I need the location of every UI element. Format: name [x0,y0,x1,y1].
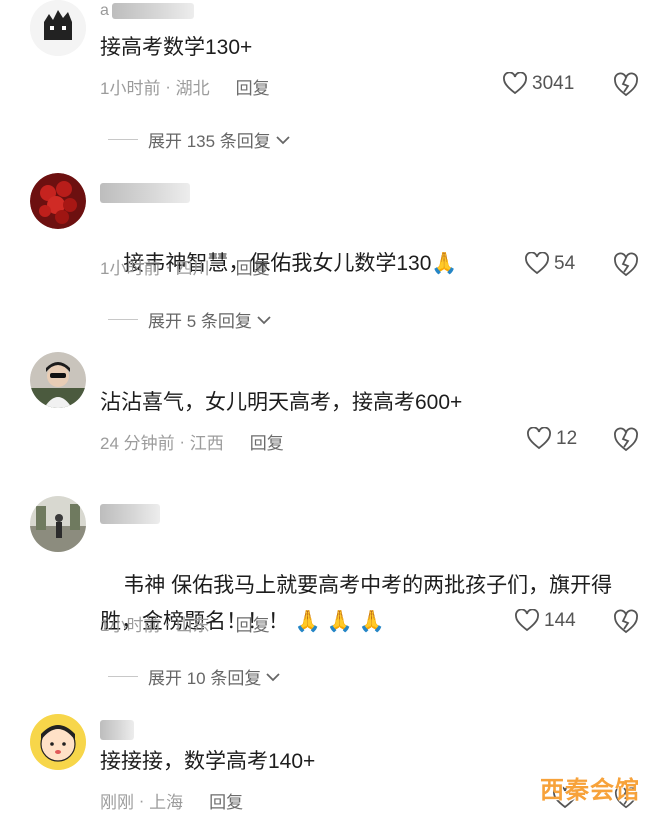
like-button[interactable]: 12 [526,427,577,451]
comment-text: 沾沾喜气，女儿明天高考，接高考600+ [100,391,463,414]
expand-replies-button[interactable]: 展开 5 条回复 [108,307,272,332]
broken-heart-icon [614,427,638,452]
praying-hands-emoji: 🙏 [431,252,458,275]
heart-icon [515,609,539,632]
comment-meta: 1小时前 · 湖北 回复 [100,74,270,99]
heart-icon [503,72,527,95]
dislike-button[interactable] [612,252,640,283]
avatar[interactable] [30,352,86,408]
comment-time: 1小时前 [100,79,161,98]
avatar-image [30,0,86,56]
expand-replies-button[interactable]: 展开 10 条回复 [108,664,281,689]
watermark-logo: 西秦会馆 [540,777,640,804]
comment-meta: 1小时前 · 山东 回复 [100,611,270,636]
like-button[interactable]: 3041 [502,72,574,96]
divider-line [108,676,138,677]
comment-meta: 刚刚 · 上海 回复 [100,788,243,813]
avatar-image [30,173,86,229]
praying-hands-emoji: 🙏 🙏 🙏 [289,610,385,633]
broken-heart-icon [614,609,638,634]
broken-heart-icon [614,252,638,277]
avatar-image [30,352,86,408]
expand-replies-label: 展开 5 条回复 [148,312,252,331]
avatar[interactable] [30,0,86,56]
like-count: 54 [554,253,576,274]
comment-time: 刚刚 [100,793,134,812]
comment-time: 1小时前 [100,259,161,278]
divider-line [108,139,138,140]
comment-location: 江西 [189,434,224,453]
expand-replies-button[interactable]: 展开 135 条回复 [108,127,291,152]
like-count: 12 [556,428,578,449]
like-count: 144 [544,610,576,631]
divider-line [108,319,138,320]
comment-time: 1小时前 [100,616,161,635]
separator-dot: · [174,431,190,451]
chevron-down-icon [257,315,271,324]
avatar-image [30,496,86,552]
like-button[interactable]: 144 [514,609,576,633]
dislike-button[interactable] [612,427,640,458]
heart-icon [527,427,551,450]
username-redacted [112,3,194,19]
separator-dot: · [160,256,176,276]
avatar[interactable] [30,173,86,229]
username[interactable]: a [100,2,109,20]
reply-button[interactable]: 回复 [250,429,284,454]
avatar[interactable] [30,714,86,770]
like-button[interactable]: 54 [524,252,575,276]
reply-button[interactable]: 回复 [236,254,270,279]
separator-dot: · [160,76,176,96]
reply-button[interactable]: 回复 [236,74,270,99]
comment-meta: 24 分钟前 · 江西 回复 [100,429,284,454]
comment-text: 接高考数学130+ [100,36,253,59]
dislike-button[interactable] [612,72,640,103]
comment-time: 24 分钟前 [100,434,175,453]
heart-icon [525,252,549,275]
expand-replies-label: 展开 10 条回复 [148,669,262,688]
username-redacted [100,183,190,203]
chevron-down-icon [276,135,290,144]
separator-dot: · [160,613,176,633]
comment-location: 上海 [149,793,184,812]
comment-location: 四川 [175,259,210,278]
expand-replies-label: 展开 135 条回复 [148,132,271,151]
like-count: 3041 [532,73,575,94]
reply-button[interactable]: 回复 [209,788,243,813]
reply-button[interactable]: 回复 [236,611,270,636]
username-redacted [100,720,134,740]
broken-heart-icon [614,72,638,97]
avatar-image [30,714,86,770]
comment-text: 韦神 保佑我马上就要高考中考的两批孩子们，旗开得胜，金榜题名！！！ 🙏 🙏 🙏 [100,532,640,676]
comment-location: 山东 [175,616,210,635]
dislike-button[interactable] [612,609,640,640]
chevron-down-icon [266,672,280,681]
comment-location: 湖北 [175,79,210,98]
username-redacted [100,504,160,524]
avatar[interactable] [30,496,86,552]
separator-dot: · [134,790,150,810]
comment-meta: 1小时前 · 四川 回复 [100,254,270,279]
